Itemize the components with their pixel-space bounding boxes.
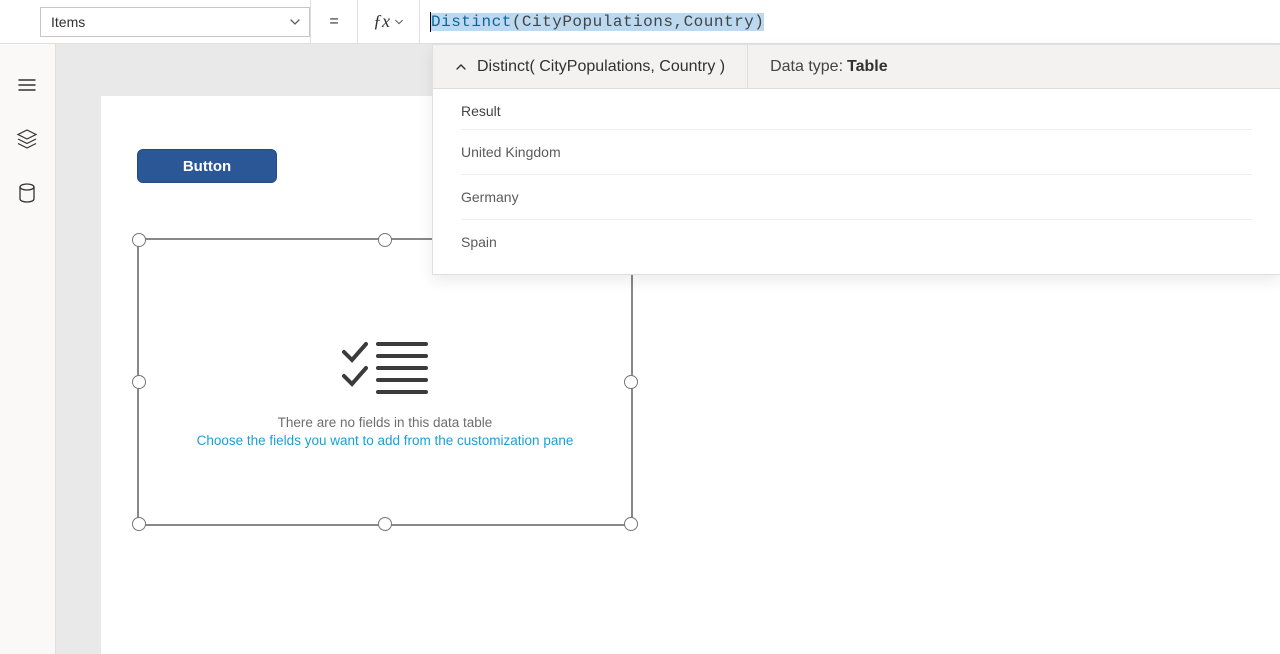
fx-icon: ƒx bbox=[373, 11, 390, 32]
result-header: Distinct( CityPopulations, Country ) Dat… bbox=[433, 45, 1280, 89]
canvas-datatable-control[interactable]: There are no fields in this data table C… bbox=[137, 238, 633, 526]
fx-button[interactable]: ƒx bbox=[358, 0, 420, 43]
datatable-empty-line2[interactable]: Choose the fields you want to add from t… bbox=[139, 433, 631, 448]
formula-token-punct: ) bbox=[754, 13, 764, 31]
result-row[interactable]: Germany bbox=[461, 174, 1252, 219]
canvas-button-label: Button bbox=[183, 158, 231, 175]
result-table: Result United Kingdom Germany Spain bbox=[433, 89, 1280, 274]
formula-token-punct: , bbox=[673, 13, 683, 31]
result-datatype-cell: Data type: Table bbox=[748, 45, 910, 88]
tree-view-icon[interactable] bbox=[16, 128, 40, 152]
formula-token-func: Distinct bbox=[431, 13, 512, 31]
property-selector[interactable]: Items bbox=[40, 7, 310, 37]
formula-token-punct: ( bbox=[512, 13, 522, 31]
result-column-header: Result bbox=[461, 89, 1252, 129]
left-rail bbox=[0, 44, 56, 654]
resize-handle[interactable] bbox=[624, 517, 638, 531]
result-signature-text: Distinct( CityPopulations, Country ) bbox=[477, 58, 725, 76]
formula-input[interactable]: Distinct( CityPopulations, Country ) bbox=[420, 0, 1280, 43]
property-selector-value: Items bbox=[51, 14, 85, 30]
result-signature-cell[interactable]: Distinct( CityPopulations, Country ) bbox=[433, 45, 748, 88]
resize-handle[interactable] bbox=[132, 233, 146, 247]
property-selector-wrap: Items bbox=[0, 0, 310, 43]
result-row[interactable]: Spain bbox=[461, 219, 1252, 264]
data-type-value: Table bbox=[847, 58, 888, 76]
chevron-up-icon[interactable] bbox=[455, 61, 467, 73]
data-type-label: Data type: bbox=[770, 58, 843, 76]
data-icon[interactable] bbox=[16, 182, 40, 206]
resize-handle[interactable] bbox=[132, 375, 146, 389]
canvas-button-control[interactable]: Button bbox=[137, 149, 277, 183]
formula-result-flyout: Distinct( CityPopulations, Country ) Dat… bbox=[432, 44, 1280, 275]
hamburger-icon[interactable] bbox=[16, 74, 40, 98]
datatable-empty-line1: There are no fields in this data table bbox=[139, 415, 631, 430]
datatable-placeholder-icon bbox=[340, 340, 430, 394]
resize-handle[interactable] bbox=[378, 233, 392, 247]
equals-label: = bbox=[310, 0, 358, 43]
chevron-down-icon bbox=[394, 17, 404, 27]
result-row[interactable]: United Kingdom bbox=[461, 129, 1252, 174]
formula-bar: Items = ƒx Distinct( CityPopulations, Co… bbox=[0, 0, 1280, 44]
formula-token-arg1: CityPopulations bbox=[522, 13, 674, 31]
formula-token-arg2: Country bbox=[684, 13, 755, 31]
chevron-down-icon bbox=[289, 16, 301, 28]
resize-handle[interactable] bbox=[378, 517, 392, 531]
resize-handle[interactable] bbox=[624, 375, 638, 389]
resize-handle[interactable] bbox=[132, 517, 146, 531]
